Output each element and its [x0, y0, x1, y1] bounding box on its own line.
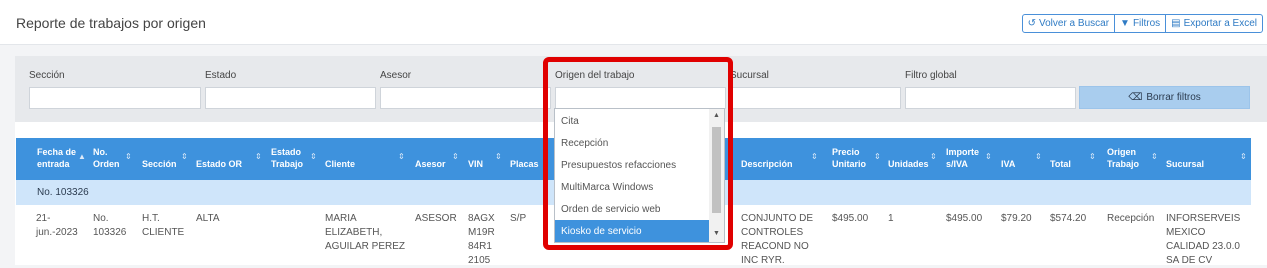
sort-icon[interactable]: ⇕ [1240, 152, 1247, 161]
toolbar: ↺ Volver a Buscar ▼ Filtros ▤ Exportar a… [1021, 14, 1263, 33]
column-header-sucursal[interactable]: Sucursal [1166, 158, 1204, 170]
filters-button[interactable]: ▼ Filtros [1114, 14, 1167, 33]
column-header-seccion[interactable]: Sección [142, 158, 177, 170]
column-header-importe[interactable]: Importe s/IVA [946, 146, 986, 170]
column-header-estado-trabajo[interactable]: Estado Trabajo [271, 146, 311, 170]
cell-vin: 8AGX M19R 84R1 2105 [468, 213, 495, 266]
sort-icon[interactable]: ⇕ [398, 152, 405, 161]
cell-orden: No. 103326 [93, 213, 127, 238]
cell-cliente: MARIA ELIZABETH, AGUILAR PEREZ [325, 213, 406, 252]
export-excel-label: Exportar a Excel [1183, 18, 1257, 29]
cell-importe: $495.00 [946, 213, 983, 224]
asesor-input[interactable] [380, 87, 551, 109]
cell-asesor: ASESOR [415, 213, 457, 224]
asesor-label: Asesor [380, 70, 412, 81]
sort-asc-icon[interactable]: ▲ [78, 152, 86, 161]
sort-icon[interactable]: ⇕ [930, 152, 937, 161]
estado-label: Estado [205, 70, 237, 81]
undo-icon: ↺ [1027, 18, 1036, 29]
page-header: Reporte de trabajos por origen ↺ Volver … [0, 0, 1267, 45]
sort-icon[interactable]: ⇕ [255, 152, 262, 161]
seccion-label: Sección [29, 70, 65, 81]
column-header-cliente[interactable]: Cliente [325, 158, 355, 170]
cell-estado-or: ALTA [196, 213, 220, 224]
column-header-total[interactable]: Total [1050, 158, 1071, 170]
group-label: No. 103326 [37, 187, 89, 198]
cell-total: $574.20 [1050, 213, 1087, 224]
sort-icon[interactable]: ⇕ [495, 152, 502, 161]
cell-seccion: H.T. CLIENTE [142, 213, 185, 238]
column-header-precio[interactable]: Precio Unitario [832, 146, 872, 170]
column-header-vin[interactable]: VIN [468, 158, 483, 170]
column-header-placas[interactable]: Placas [510, 158, 539, 170]
sort-icon[interactable]: ⇕ [1035, 152, 1042, 161]
clear-filters-label: Borrar filtros [1146, 92, 1201, 103]
sort-icon[interactable]: ⇕ [125, 152, 132, 161]
estado-input[interactable] [205, 87, 376, 109]
sort-icon[interactable]: ⇕ [181, 152, 188, 161]
sort-icon[interactable]: ⇕ [874, 152, 881, 161]
seccion-input[interactable] [29, 87, 201, 109]
column-header-estado-or[interactable]: Estado OR [196, 158, 242, 170]
excel-file-icon: ▤ [1171, 18, 1181, 29]
sucursal-input[interactable] [730, 87, 901, 109]
funnel-icon: ▼ [1120, 18, 1130, 29]
cell-sucursal: INFORSERVEIS MEXICO CALIDAD 23.0.0 SA DE… [1166, 213, 1241, 266]
back-to-search-label: Volver a Buscar [1038, 18, 1110, 29]
sort-icon[interactable]: ⇕ [1089, 152, 1096, 161]
filters-label: Filtros [1132, 18, 1161, 29]
cell-unidades: 1 [888, 213, 894, 224]
cell-fecha: 21-jun.-2023 [36, 213, 78, 238]
sucursal-label: Sucursal [730, 70, 769, 81]
sort-icon[interactable]: ⇕ [310, 152, 317, 161]
global-filter-label: Filtro global [905, 70, 957, 81]
column-header-unidades[interactable]: Unidades [888, 158, 929, 170]
column-header-asesor[interactable]: Asesor [415, 158, 446, 170]
cell-precio: $495.00 [832, 213, 869, 224]
sort-icon[interactable]: ⇕ [985, 152, 992, 161]
cell-origen: Recepción [1107, 213, 1155, 224]
column-header-orden[interactable]: No. Orden [93, 146, 123, 170]
page-title: Reporte de trabajos por origen [16, 15, 206, 31]
back-to-search-button[interactable]: ↺ Volver a Buscar [1021, 14, 1116, 33]
highlight-box [543, 57, 733, 250]
cell-placas: S/P [510, 213, 527, 224]
export-excel-button[interactable]: ▤ Exportar a Excel [1165, 14, 1263, 33]
column-header-origen[interactable]: Origen Trabajo [1107, 146, 1147, 170]
cell-descripcion: CONJUNTO DE CONTROLES REACOND NO INC RYR… [741, 213, 814, 266]
sort-icon[interactable]: ⇕ [452, 152, 459, 161]
sort-icon[interactable]: ⇕ [1151, 152, 1158, 161]
cell-iva: $79.20 [1001, 213, 1032, 224]
sort-icon[interactable]: ⇕ [811, 152, 818, 161]
column-header-iva[interactable]: IVA [1001, 158, 1015, 170]
clear-filters-button[interactable]: ⌫ Borrar filtros [1079, 86, 1250, 109]
column-header-descripcion[interactable]: Descripción [741, 158, 793, 170]
global-filter-input[interactable] [905, 87, 1076, 109]
backspace-icon: ⌫ [1128, 92, 1143, 103]
